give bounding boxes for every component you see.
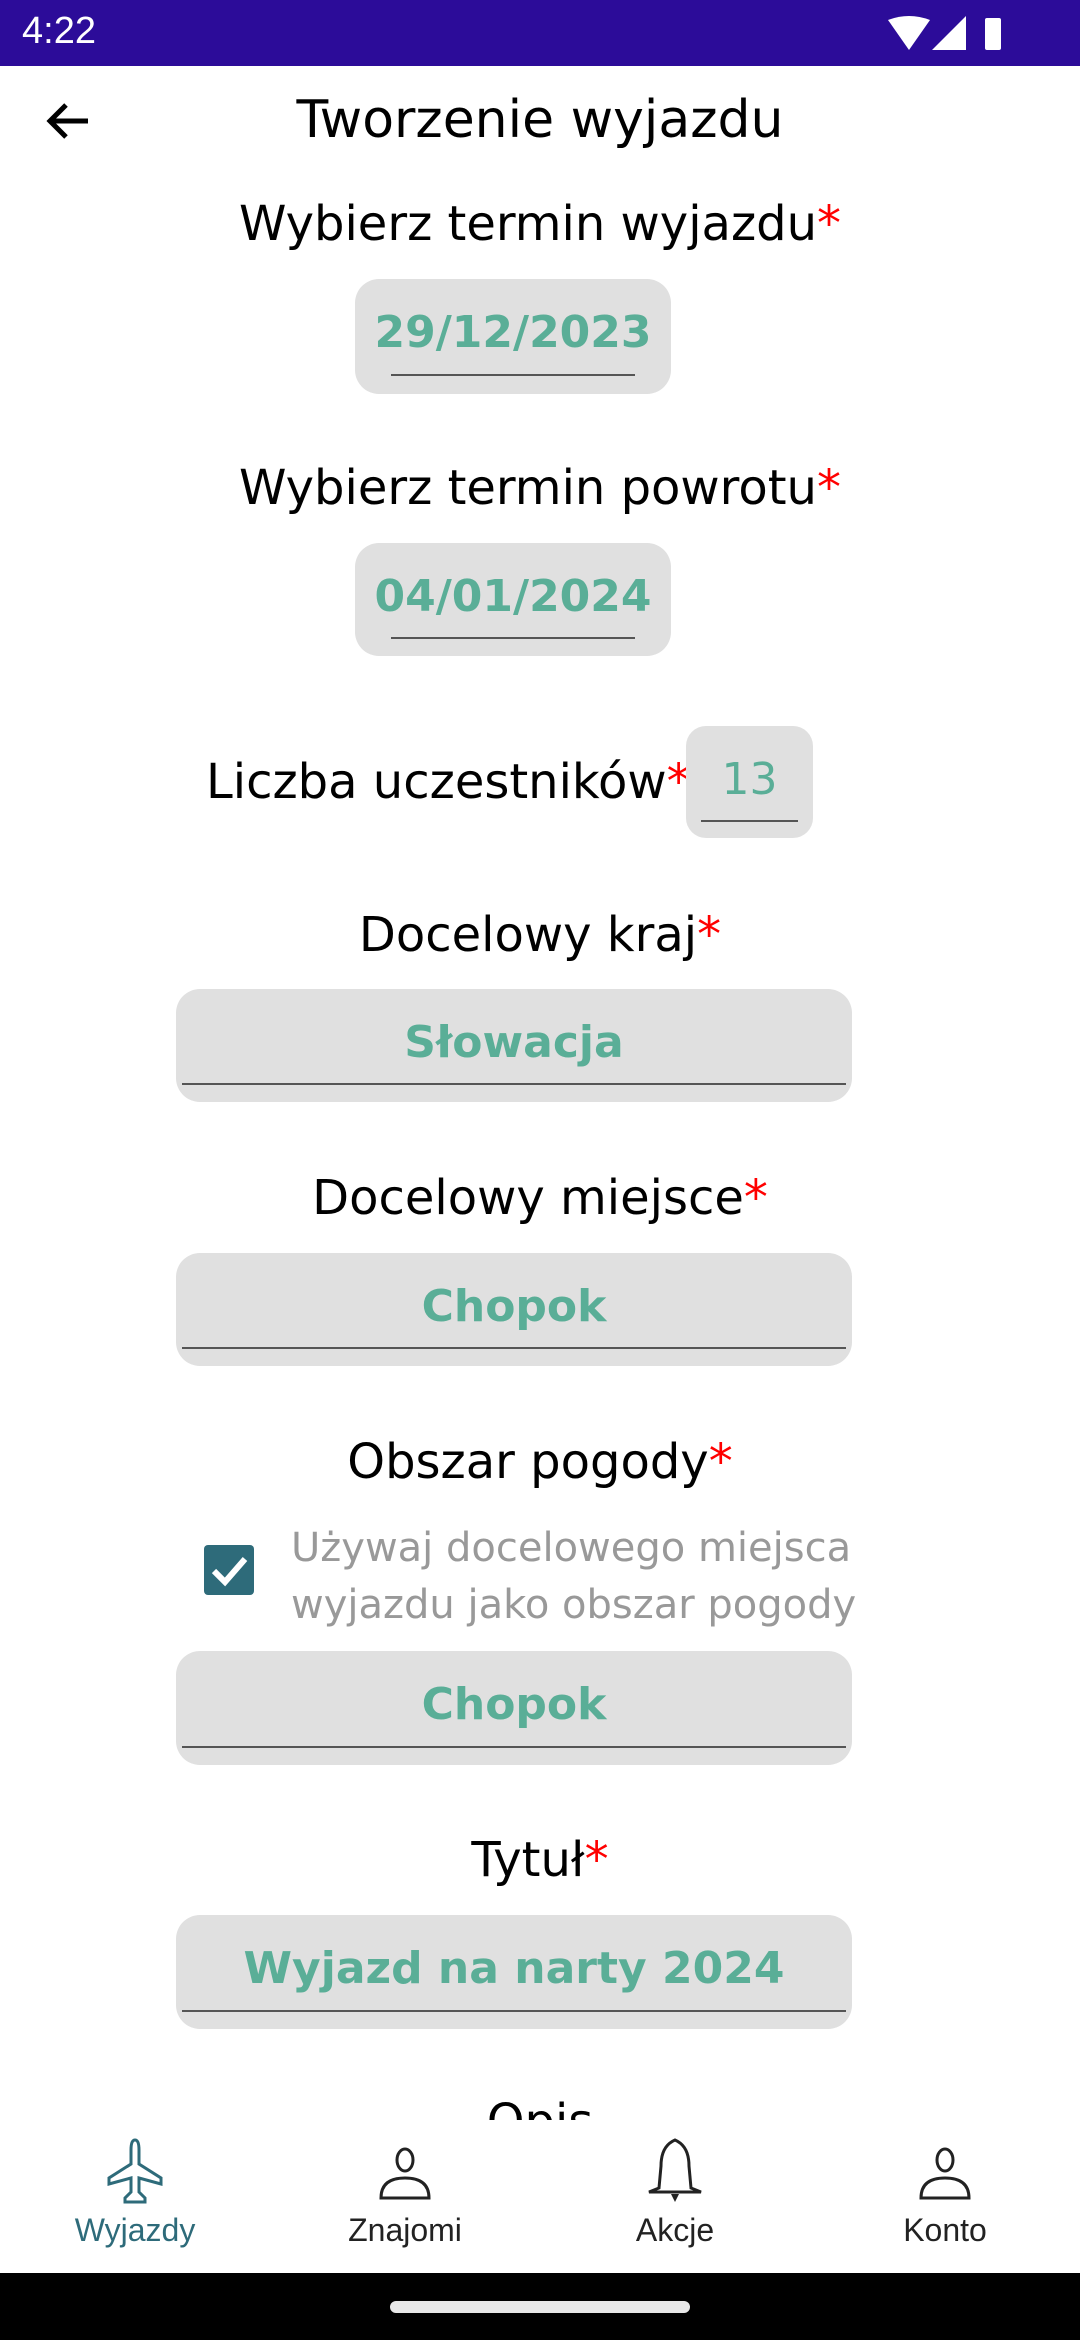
- participants-field[interactable]: 13: [686, 726, 813, 838]
- bell-icon: [648, 2138, 702, 2202]
- person-icon: [379, 2147, 431, 2200]
- nav-label: Akcje: [635, 2212, 715, 2248]
- nav-label: Konto: [903, 2212, 987, 2248]
- status-bar: 4:22: [0, 0, 1080, 66]
- bottom-nav: Wyjazdy Znajomi Akcje Konto: [0, 2120, 1080, 2273]
- nav-item-akcje[interactable]: Akcje: [540, 2120, 810, 2273]
- return-date-field[interactable]: 04/01/2024: [355, 543, 671, 656]
- system-nav-bar: [0, 2273, 1080, 2340]
- place-field[interactable]: Chopok: [176, 1253, 852, 1366]
- participants-label: Liczba uczestników*: [206, 754, 691, 810]
- weather-label: Obszar pogody*: [347, 1434, 733, 1490]
- country-label: Docelowy kraj*: [358, 907, 722, 963]
- status-time: 4:22: [22, 10, 96, 52]
- home-handle[interactable]: [390, 2301, 690, 2313]
- weather-field[interactable]: Chopok: [176, 1651, 852, 1765]
- nav-item-znajomi[interactable]: Znajomi: [270, 2120, 540, 2273]
- return-label: Wybierz termin powrotu*: [239, 460, 841, 516]
- place-label: Docelowy miejsce*: [312, 1170, 768, 1226]
- title-field[interactable]: Wyjazd na narty 2024: [176, 1915, 852, 2029]
- weather-checkbox-label: Używaj docelowego miejsca wyjazdu jako ob…: [291, 1525, 857, 1628]
- departure-date-field[interactable]: 29/12/2023: [355, 279, 671, 394]
- status-icons: [888, 16, 1001, 50]
- wifi-icon: [888, 16, 930, 50]
- person-icon: [919, 2147, 971, 2200]
- airplane-icon: [107, 2138, 163, 2204]
- signal-icon: [932, 16, 966, 50]
- country-field[interactable]: Słowacja: [176, 989, 852, 1102]
- page-title: Tworzenie wyjazdu: [296, 90, 784, 150]
- battery-icon: [985, 18, 1001, 50]
- nav-label: Wyjazdy: [74, 2212, 196, 2248]
- nav-label: Znajomi: [348, 2212, 462, 2248]
- departure-label: Wybierz termin wyjazdu*: [238, 196, 842, 252]
- weather-checkbox[interactable]: [204, 1545, 254, 1595]
- nav-item-wyjazdy[interactable]: Wyjazdy: [0, 2120, 270, 2273]
- nav-item-konto[interactable]: Konto: [810, 2120, 1080, 2273]
- title-label: Tytuł*: [471, 1832, 609, 1888]
